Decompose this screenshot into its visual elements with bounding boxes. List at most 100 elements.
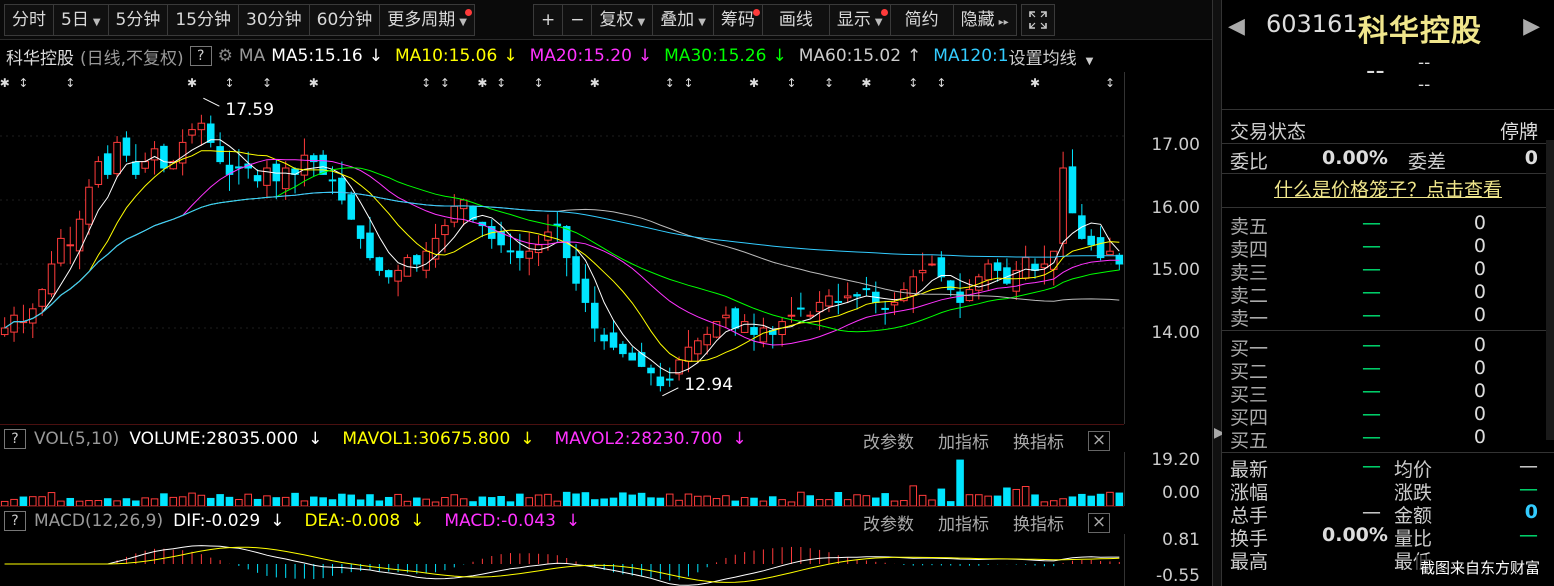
next-stock-icon[interactable]: ▶ [1523, 14, 1540, 39]
display-dropdown[interactable]: 显示 ▼ [829, 3, 891, 36]
candle-body [328, 179, 337, 182]
ask-price: — [1362, 304, 1381, 326]
chips-button[interactable]: 筹码 [713, 3, 763, 36]
event-marker-icon: ↕ [534, 76, 544, 90]
gear-icon[interactable]: ⚙ [218, 46, 233, 66]
zoom-out-button[interactable]: − [563, 3, 593, 36]
add-indicator-button[interactable]: 加指标 [938, 510, 989, 535]
event-marker-icon: ✱ [0, 76, 10, 90]
candlestick-chart[interactable]: 17.59 12.94 ✱ ↕ ↕ ✱ ↕ ↕ ✱ ↕ ↕ ✱ ↕ ↕ ✱ ↕ ↕ ✱ ↕ ↕ ✱ ↕ ↕ ✱ ↕ [0, 72, 1124, 424]
dea-value: DEA:-0.008 ↓ [304, 511, 434, 531]
volume-bar [1031, 494, 1039, 506]
ask-row: 卖五 —0 [1222, 212, 1554, 238]
stat-label: 最高 [1230, 551, 1269, 573]
period-tab-30min[interactable]: 30分钟 [239, 3, 310, 36]
switch-indicator-button[interactable]: 换指标 [1013, 428, 1064, 453]
volume-bar [740, 497, 749, 506]
period-tab-5min[interactable]: 5分钟 [108, 3, 169, 36]
edit-params-button[interactable]: 改参数 [863, 428, 914, 453]
arrow-down-icon: ↓ [772, 46, 787, 66]
bid-price: — [1362, 334, 1381, 356]
period-tab-5day[interactable]: 5日 ▼ [54, 3, 109, 36]
price-cage-link[interactable]: 什么是价格笼子？点击查看 [1222, 174, 1554, 208]
high-annotation: 17.59 [225, 100, 274, 120]
ma60-line [4, 191, 1120, 329]
hide-button[interactable]: 隐藏 ▸▸ [953, 3, 1017, 36]
candle-body [441, 225, 449, 236]
bid-volume: 0 [1473, 357, 1486, 379]
overlay-dropdown[interactable]: 叠加 ▼ [653, 3, 714, 36]
draw-button[interactable]: 画线 [762, 3, 830, 36]
chips-label: 筹码 [720, 9, 755, 30]
period-tab-intraday[interactable]: 分时 [4, 3, 54, 36]
ask-price: — [1362, 258, 1381, 280]
panel-splitter[interactable]: ▶ [1212, 0, 1225, 586]
macd-help-button[interactable]: ? [4, 510, 26, 531]
volume-bar [291, 492, 299, 506]
macd-axis: 0.81 -0.55 [1124, 530, 1212, 586]
fullscreen-button[interactable] [1020, 3, 1055, 36]
ask-volume: 0 [1473, 281, 1486, 303]
volume-help-button[interactable]: ? [4, 428, 26, 449]
bid-row: 买一 —0 [1222, 334, 1554, 360]
right-scroll-strip[interactable] [1546, 140, 1554, 440]
candle-body [1021, 257, 1030, 279]
dea-text: DEA:-0.008 [304, 510, 401, 531]
high-pointer [203, 97, 220, 107]
adjust-label: 复权 [599, 9, 634, 30]
ma120-line [4, 191, 1120, 329]
volume-bar [413, 497, 421, 506]
candle-body [29, 308, 37, 324]
stat-value: — [1362, 455, 1381, 477]
zoom-in-button[interactable]: + [532, 3, 564, 36]
fullscreen-icon [1028, 10, 1047, 29]
event-marker-icon: ↕ [496, 76, 506, 90]
candle-body [609, 332, 618, 348]
period-tab-15min[interactable]: 15分钟 [168, 3, 239, 36]
volume-bar [1087, 495, 1095, 506]
macd-chart[interactable] [0, 534, 1124, 586]
candle-body [66, 244, 75, 247]
prev-stock-icon[interactable]: ◀ [1228, 14, 1245, 39]
volume-bar [768, 496, 777, 506]
add-indicator-button[interactable]: 加指标 [938, 428, 989, 453]
candle-body [394, 269, 402, 282]
volume-bar [66, 497, 75, 506]
notification-dot [752, 8, 760, 16]
macd-title: MACD(12,26,9) [34, 510, 164, 531]
help-button[interactable]: ? [189, 46, 212, 66]
ma30-line [4, 167, 1120, 333]
switch-indicator-button[interactable]: 换指标 [1013, 510, 1064, 535]
event-marker-icon: ↕ [440, 76, 450, 90]
arrow-down-icon: ↓ [270, 510, 285, 531]
candle-body [656, 376, 665, 387]
simple-mode-button[interactable]: 简约 [890, 3, 954, 36]
low-pointer [662, 387, 679, 397]
edit-params-button[interactable]: 改参数 [863, 510, 914, 535]
close-icon[interactable]: × [1088, 512, 1110, 533]
bid-row: 买五 — 0 [1222, 426, 1554, 452]
candle-body [1031, 263, 1039, 271]
bid-row: 买四 —0 [1222, 403, 1554, 429]
volume-bar [169, 496, 178, 506]
order-ratio-value: 0.00% [1322, 147, 1388, 169]
mavol1-value: MAVOL1:30675.800 ↓ [342, 429, 544, 449]
ma-settings-dropdown[interactable]: 设置均线 ▼ [1009, 44, 1100, 69]
ma10-line [4, 150, 1120, 362]
arrow-down-icon: ↓ [410, 510, 425, 531]
volume-bar [544, 493, 552, 506]
ma120-value: MA120:1 [933, 46, 1009, 66]
candle-body [665, 378, 674, 381]
volume-bar [750, 497, 758, 506]
volume-bar [656, 497, 665, 506]
volume-bar [310, 496, 318, 506]
adjust-dropdown[interactable]: 复权 ▼ [592, 3, 654, 36]
period-tab-60min[interactable]: 60分钟 [309, 3, 381, 36]
period-more-dropdown[interactable]: 更多周期 ▼ [380, 3, 475, 36]
candle-body [1087, 235, 1095, 246]
bid-price: — [1362, 403, 1381, 425]
volume-chart[interactable] [0, 452, 1124, 506]
dea-line [4, 546, 1120, 583]
close-icon[interactable]: × [1088, 430, 1110, 451]
candle-body [909, 276, 918, 296]
